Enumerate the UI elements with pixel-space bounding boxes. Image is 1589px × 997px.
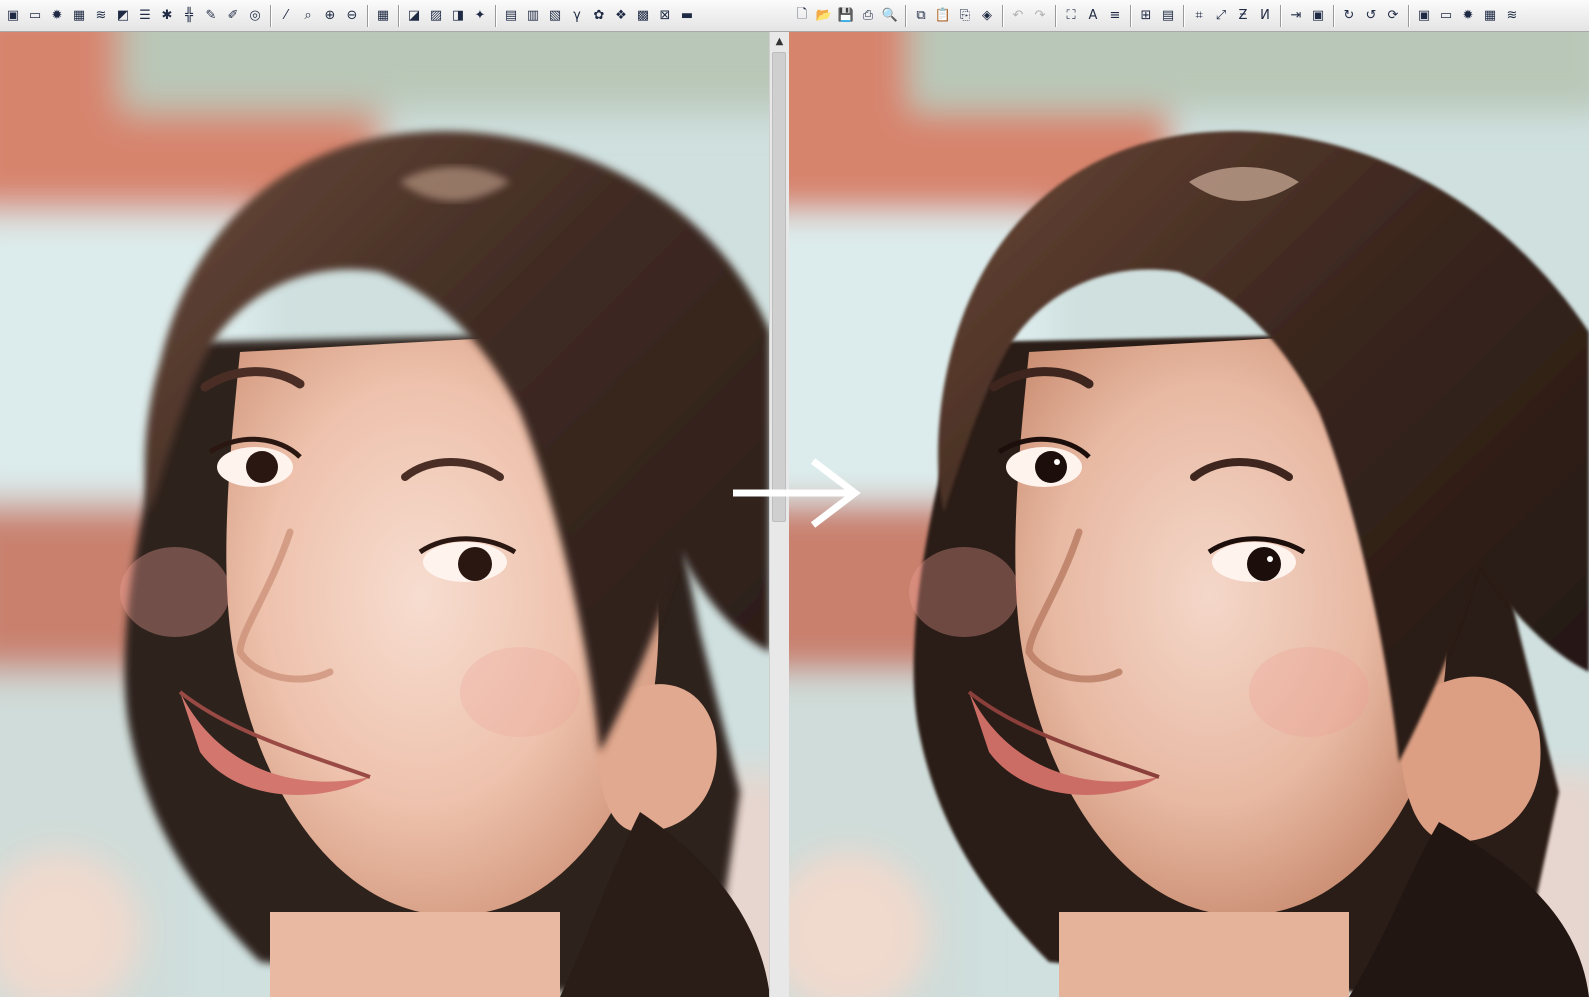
sun-icon[interactable]: ✹ [1458, 5, 1478, 27]
burst-icon[interactable]: ✱ [157, 5, 177, 27]
zoom-in-icon[interactable]: ⊕ [320, 5, 340, 27]
align-icon[interactable]: ≡ [1105, 5, 1125, 27]
toolbar-separator [1002, 4, 1003, 27]
resize-icon[interactable]: ⤢ [1211, 5, 1231, 27]
toolbar-separator [1130, 4, 1131, 27]
enhanced-portrait-image [789, 32, 1589, 997]
zoom-dropdown-icon[interactable]: ⌕ [298, 5, 318, 27]
colors-icon[interactable]: ✿ [589, 5, 609, 27]
scroll-thumb[interactable] [772, 52, 786, 522]
bar-icon[interactable]: ▬ [677, 5, 697, 27]
toolbar-separator [1408, 4, 1409, 27]
layer-icon[interactable]: ▣ [3, 5, 23, 27]
save-icon[interactable]: 💾 [836, 5, 856, 27]
fit-icon[interactable]: ⛶ [1061, 5, 1081, 27]
image-icon[interactable]: ▧ [545, 5, 565, 27]
tile-icon[interactable]: ⊞ [1136, 5, 1156, 27]
flip-icon[interactable]: Ƶ [1233, 5, 1253, 27]
text-tool-icon[interactable]: A [1083, 5, 1103, 27]
panel-icon[interactable]: ▤ [1158, 5, 1178, 27]
original-image-canvas[interactable] [0, 32, 770, 997]
gradient-icon[interactable]: ▨ [426, 5, 446, 27]
pen-icon[interactable]: ✎ [201, 5, 221, 27]
toolbar-separator [1280, 4, 1281, 27]
frame-icon[interactable]: ▭ [1436, 5, 1456, 27]
zoom-out-icon[interactable]: ⊖ [342, 5, 362, 27]
rotate-90-icon[interactable]: ↻ [1339, 5, 1359, 27]
left-image-window: ▣ ▭ ✹ ▦ ≋ ◩ ☰ ✱ ╬ ✎ ✐ ◎ ⁄ ⌕ ⊕ ⊖ ▦ ◪ ▨ ◨ ✦ ▤ ▥ ▧ γ ✿ ❖ ▩ ⊠ ▬ [0, 0, 789, 997]
rgb-icon[interactable]: ❖ [611, 5, 631, 27]
toolbar-separator [367, 4, 368, 27]
toolbar-separator [1183, 4, 1184, 27]
wave-icon[interactable]: ≋ [1502, 5, 1522, 27]
layer-icon[interactable]: ▣ [1414, 5, 1434, 27]
stripes-icon[interactable]: ☰ [135, 5, 155, 27]
frame-icon[interactable]: ▭ [25, 5, 45, 27]
paint-icon[interactable]: ◈ [977, 5, 997, 27]
copy-icon[interactable]: ⧉ [911, 5, 931, 27]
wand-icon[interactable]: ✦ [470, 5, 490, 27]
scroll-up-arrow[interactable]: ▲ [770, 32, 789, 50]
mirror-icon[interactable]: И [1255, 5, 1275, 27]
sun-icon[interactable]: ✹ [47, 5, 67, 27]
brush-icon[interactable]: ✐ [223, 5, 243, 27]
toolbar-separator [905, 4, 906, 27]
wave-icon[interactable]: ≋ [91, 5, 111, 27]
paste-special-icon[interactable]: ⎘ [955, 5, 975, 27]
print-preview-icon[interactable]: 🔍 [880, 5, 900, 27]
original-portrait-image [0, 32, 770, 997]
right-toolbar: 🗋 📂 💾 ⎙ 🔍 ⧉ 📋 ⎘ ◈ ↶ ↷ ⛶ A ≡ ⊞ ▤ ⌗ ⤢ Ƶ И ⇥ ▣ ↻ ↺ ⟳ ▣ ▭ ✹ ▦ ≋ [789, 0, 1589, 32]
palette-icon[interactable]: ▤ [501, 5, 521, 27]
toolbar-separator [270, 4, 271, 27]
xor-icon[interactable]: ⊠ [655, 5, 675, 27]
grid-icon[interactable]: ▦ [1480, 5, 1500, 27]
enhanced-image-canvas[interactable] [789, 32, 1589, 997]
crop-icon[interactable]: ⌗ [1189, 5, 1209, 27]
spiral-icon[interactable]: ◎ [245, 5, 265, 27]
print-icon[interactable]: ⎙ [858, 5, 878, 27]
new-file-icon[interactable]: 🗋 [792, 5, 812, 27]
toolbar-separator [495, 4, 496, 27]
toolbar-separator [1055, 4, 1056, 27]
vertical-scrollbar[interactable]: ▲ [769, 32, 789, 997]
eyedropper-icon[interactable]: ⁄ [276, 5, 296, 27]
square-icon[interactable]: ◪ [404, 5, 424, 27]
toolbar-separator [1333, 4, 1334, 27]
undo-icon[interactable]: ↶ [1008, 5, 1028, 27]
right-image-window: 🗋 📂 💾 ⎙ 🔍 ⧉ 📋 ⎘ ◈ ↶ ↷ ⛶ A ≡ ⊞ ▤ ⌗ ⤢ Ƶ И ⇥ ▣ ↻ ↺ ⟳ ▣ ▭ ✹ ▦ ≋ [789, 0, 1589, 997]
left-toolbar: ▣ ▭ ✹ ▦ ≋ ◩ ☰ ✱ ╬ ✎ ✐ ◎ ⁄ ⌕ ⊕ ⊖ ▦ ◪ ▨ ◨ ✦ ▤ ▥ ▧ γ ✿ ❖ ▩ ⊠ ▬ [0, 0, 789, 32]
rotate-icon[interactable]: ⟳ [1383, 5, 1403, 27]
canvas-icon[interactable]: ▣ [1308, 5, 1328, 27]
paste-icon[interactable]: 📋 [933, 5, 953, 27]
checker-icon[interactable]: ▩ [633, 5, 653, 27]
redo-icon[interactable]: ↷ [1030, 5, 1050, 27]
rotate-270-icon[interactable]: ↺ [1361, 5, 1381, 27]
filter-icon[interactable]: ╬ [179, 5, 199, 27]
grid-dropdown-icon[interactable]: ▦ [373, 5, 393, 27]
gamma-icon[interactable]: γ [567, 5, 587, 27]
grid-icon[interactable]: ▦ [69, 5, 89, 27]
arrow-split-icon[interactable]: ⇥ [1286, 5, 1306, 27]
open-folder-icon[interactable]: 📂 [814, 5, 834, 27]
tint-icon[interactable]: ◨ [448, 5, 468, 27]
toolbar-separator [398, 4, 399, 27]
contrast-icon[interactable]: ◩ [113, 5, 133, 27]
levels-icon[interactable]: ▥ [523, 5, 543, 27]
